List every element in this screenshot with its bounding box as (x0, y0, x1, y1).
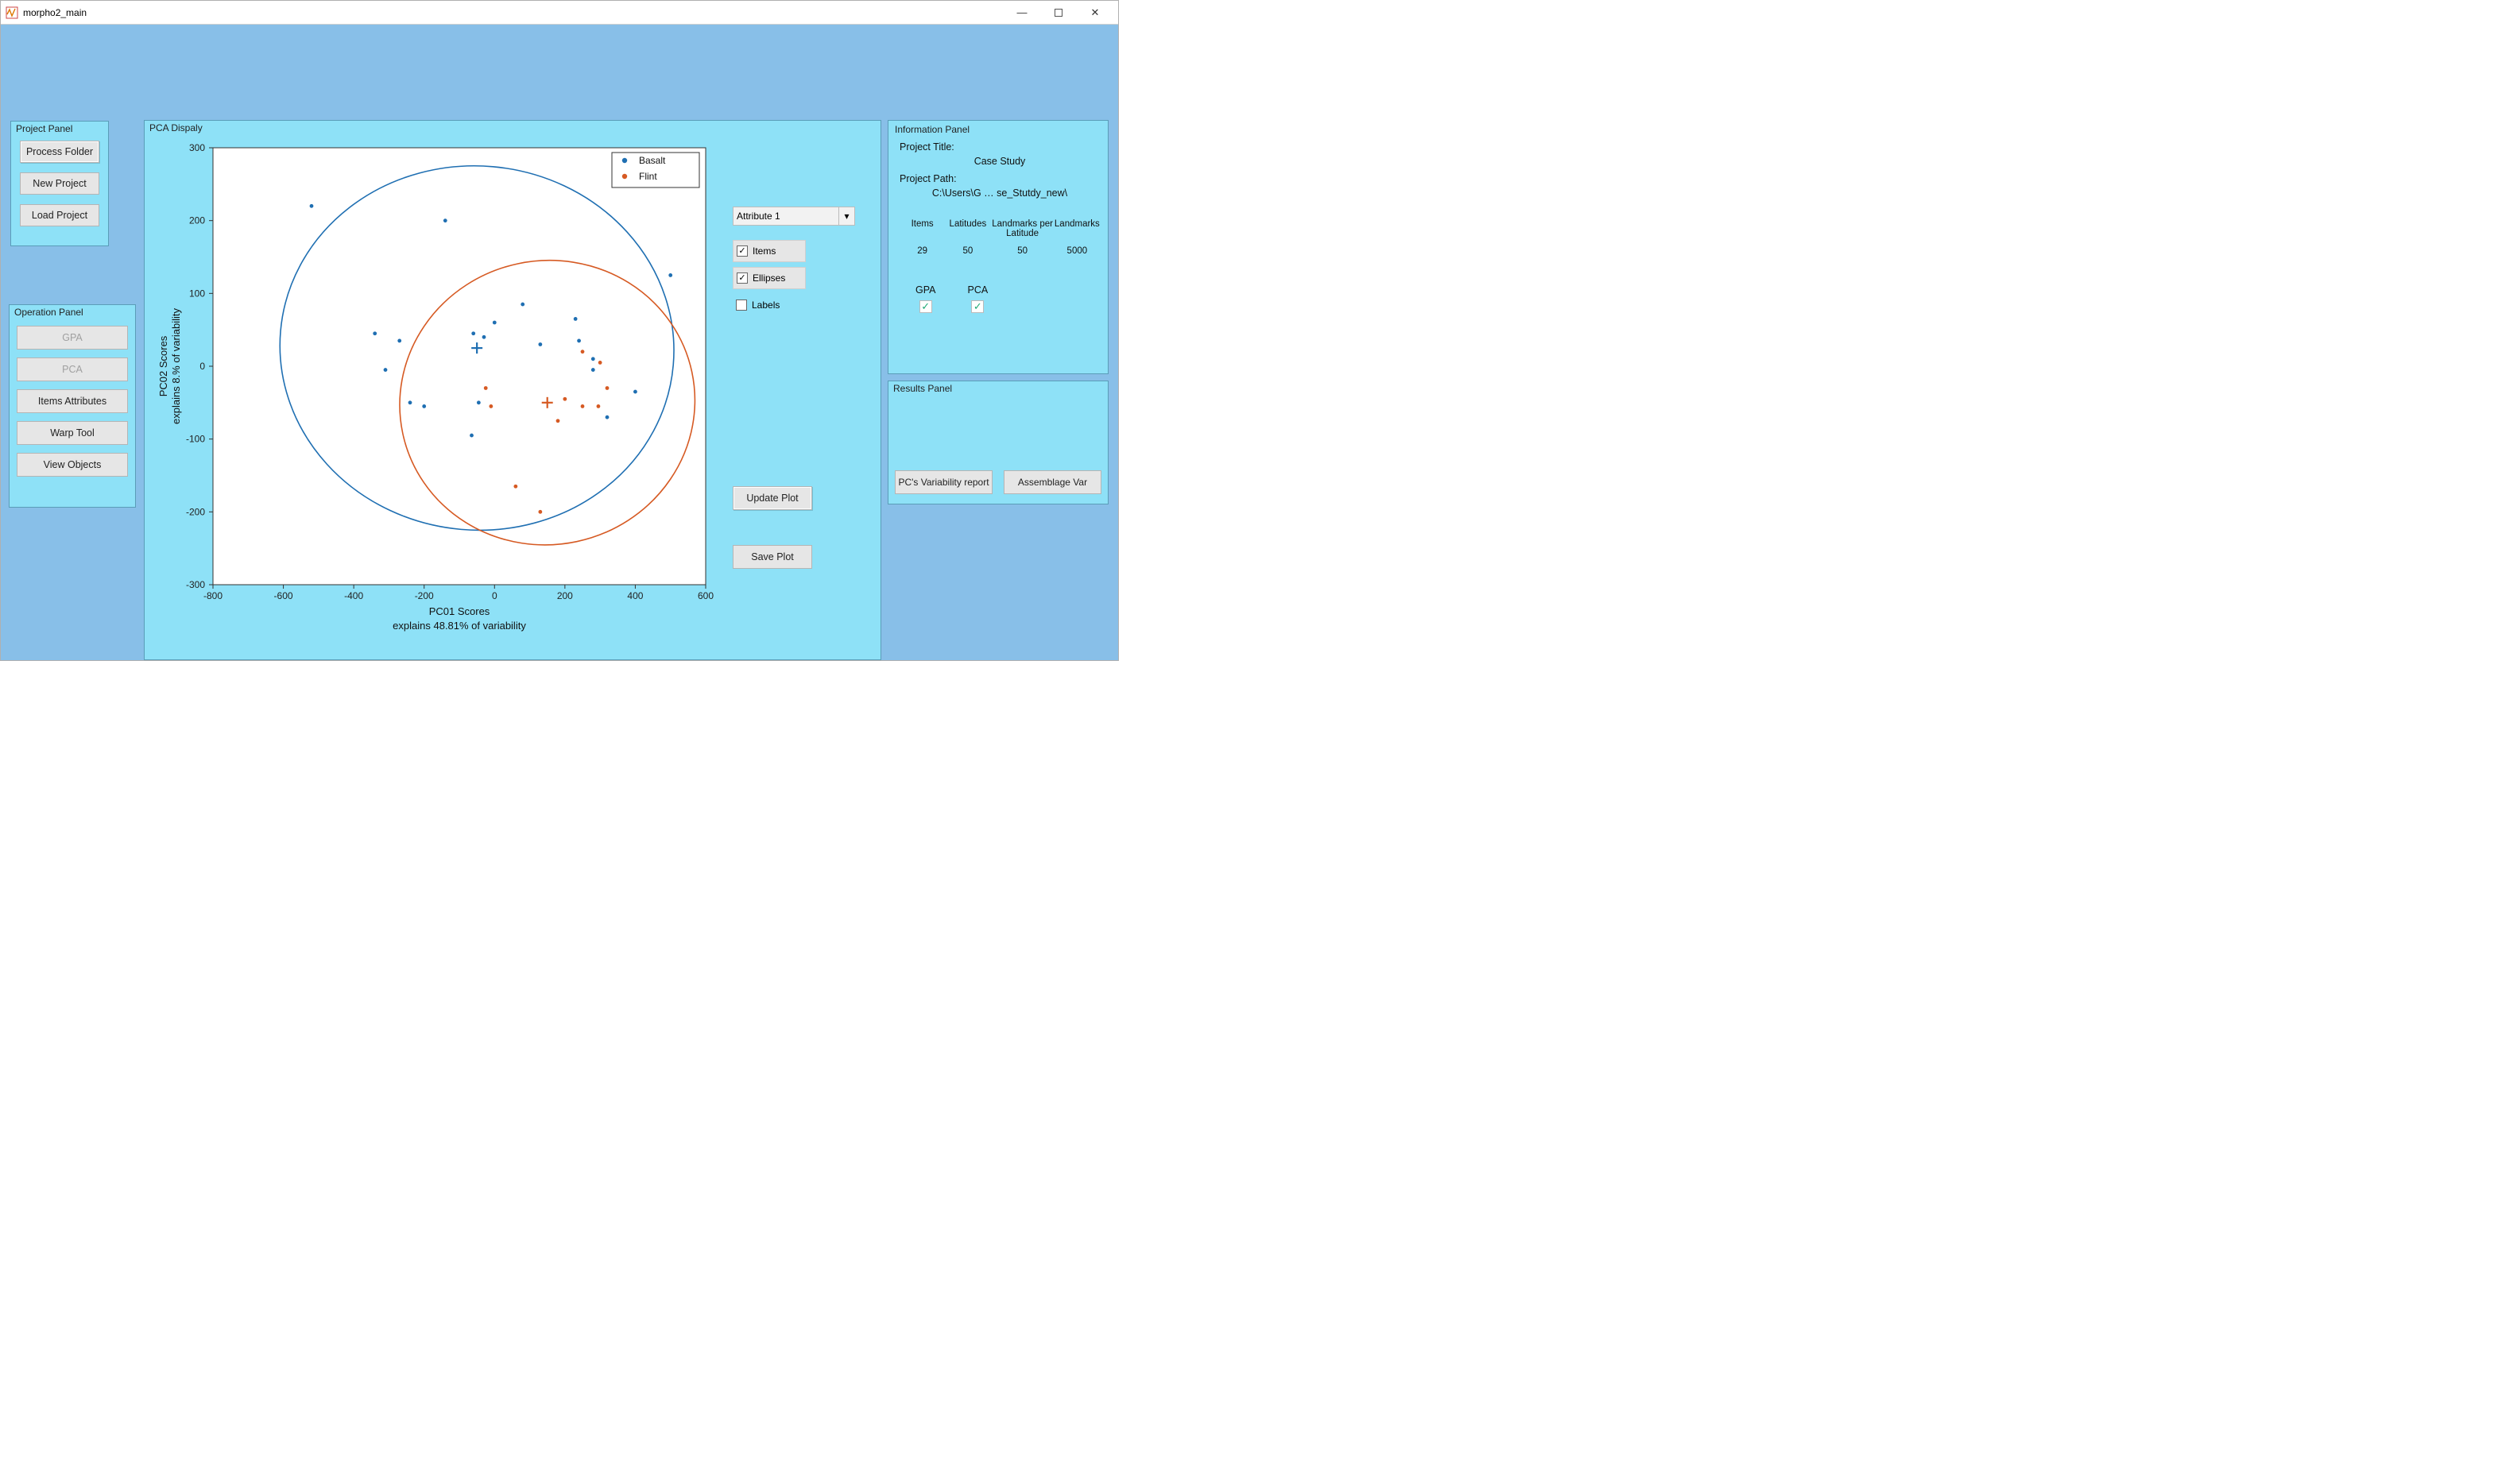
svg-text:0: 0 (492, 590, 497, 601)
window-title: morpho2_main (23, 7, 1004, 18)
col-items-label: Items (900, 219, 945, 238)
svg-text:explains 48.81% of variability: explains 48.81% of variability (393, 620, 526, 632)
pca-checked-icon: ✓ (971, 300, 984, 313)
svg-text:100: 100 (189, 288, 205, 299)
svg-text:-800: -800 (203, 590, 223, 601)
svg-text:-400: -400 (344, 590, 363, 601)
pcs-variability-report-button[interactable]: PC's Variability report (895, 470, 993, 494)
svg-text:200: 200 (557, 590, 573, 601)
maximize-button[interactable] (1040, 1, 1077, 25)
items-checkbox[interactable]: ✓ (737, 245, 748, 257)
close-button[interactable]: ✕ (1077, 1, 1113, 25)
svg-text:600: 600 (698, 590, 714, 601)
svg-text:400: 400 (627, 590, 643, 601)
attribute-dropdown-value: Attribute 1 (737, 211, 780, 222)
information-panel-title: Information Panel (890, 122, 1106, 138)
results-panel-title: Results Panel (888, 381, 1108, 397)
svg-text:-100: -100 (186, 434, 205, 445)
items-checkbox-label: Items (753, 245, 776, 257)
col-latitudes-label: Latitudes (945, 219, 990, 238)
warp-tool-button[interactable]: Warp Tool (17, 421, 128, 445)
ellipses-checkbox-label: Ellipses (753, 272, 785, 284)
view-objects-button[interactable]: View Objects (17, 453, 128, 477)
svg-text:300: 300 (189, 142, 205, 153)
gpa-checked-icon: ✓ (919, 300, 932, 313)
svg-text:PC01 Scores: PC01 Scores (429, 605, 490, 617)
svg-text:-300: -300 (186, 579, 205, 590)
results-panel: Results Panel PC's Variability report As… (888, 381, 1109, 504)
project-path-label: Project Path: (900, 173, 1100, 184)
app-icon (6, 6, 18, 19)
ellipses-checkbox[interactable]: ✓ (737, 272, 748, 284)
operation-panel-title: Operation Panel (10, 305, 135, 321)
svg-text:explains 8.% of variability: explains 8.% of variability (170, 308, 182, 424)
save-plot-button[interactable]: Save Plot (733, 545, 812, 569)
load-project-button[interactable]: Load Project (20, 204, 99, 226)
pca-label: PCA (967, 284, 988, 296)
information-panel: Information Panel Project Title: Case St… (888, 120, 1109, 374)
minimize-button[interactable]: — (1004, 1, 1040, 25)
project-title-value: Case Study (900, 156, 1100, 167)
svg-text:-600: -600 (274, 590, 293, 601)
val-landmarks: 5000 (1055, 246, 1100, 256)
gpa-button[interactable]: GPA (17, 326, 128, 350)
assemblage-var-button[interactable]: Assemblage Var (1004, 470, 1101, 494)
svg-text:-200: -200 (415, 590, 434, 601)
project-panel: Project Panel Process Folder New Project… (10, 121, 109, 246)
col-lpl-label: Landmarks per Latitude (991, 219, 1055, 238)
operation-panel: Operation Panel GPA PCA Items Attributes… (9, 304, 136, 508)
svg-text:200: 200 (189, 215, 205, 226)
gpa-label: GPA (915, 284, 935, 296)
update-plot-button[interactable]: Update Plot (733, 486, 812, 510)
attribute-dropdown[interactable]: Attribute 1 ▾ (733, 207, 855, 226)
new-project-button[interactable]: New Project (20, 172, 99, 195)
svg-text:-200: -200 (186, 506, 205, 517)
labels-checkbox[interactable] (736, 300, 747, 311)
project-path-value: C:\Users\G … se_Stutdy_new\ (900, 187, 1100, 199)
labels-checkbox-label: Labels (752, 300, 780, 311)
items-checkbox-row[interactable]: ✓ Items (733, 240, 806, 262)
items-attributes-button[interactable]: Items Attributes (17, 389, 128, 413)
ellipses-checkbox-row[interactable]: ✓ Ellipses (733, 267, 806, 289)
val-items: 29 (900, 246, 945, 256)
pca-button[interactable]: PCA (17, 357, 128, 381)
window-titlebar: morpho2_main — ✕ (1, 1, 1118, 25)
col-landmarks-label: Landmarks (1055, 219, 1100, 238)
val-lpl: 50 (991, 246, 1055, 256)
svg-text:0: 0 (199, 361, 205, 372)
svg-text:PC02 Scores: PC02 Scores (157, 335, 169, 396)
labels-checkbox-row[interactable]: Labels (733, 294, 806, 316)
val-latitudes: 50 (945, 246, 990, 256)
pca-scatter-plot: -800 -600 -400 -200 0 200 400 600 -300 -200 -100 0 1… (149, 124, 730, 648)
chevron-down-icon: ▾ (838, 207, 854, 225)
pca-display-panel: PCA Dispaly -800-600-400-2000200400600-3… (144, 120, 881, 660)
project-panel-title: Project Panel (11, 122, 108, 137)
project-title-label: Project Title: (900, 141, 1100, 153)
svg-text:Basalt: Basalt (639, 155, 666, 166)
svg-text:Flint: Flint (639, 171, 657, 182)
process-folder-button[interactable]: Process Folder (20, 141, 99, 163)
